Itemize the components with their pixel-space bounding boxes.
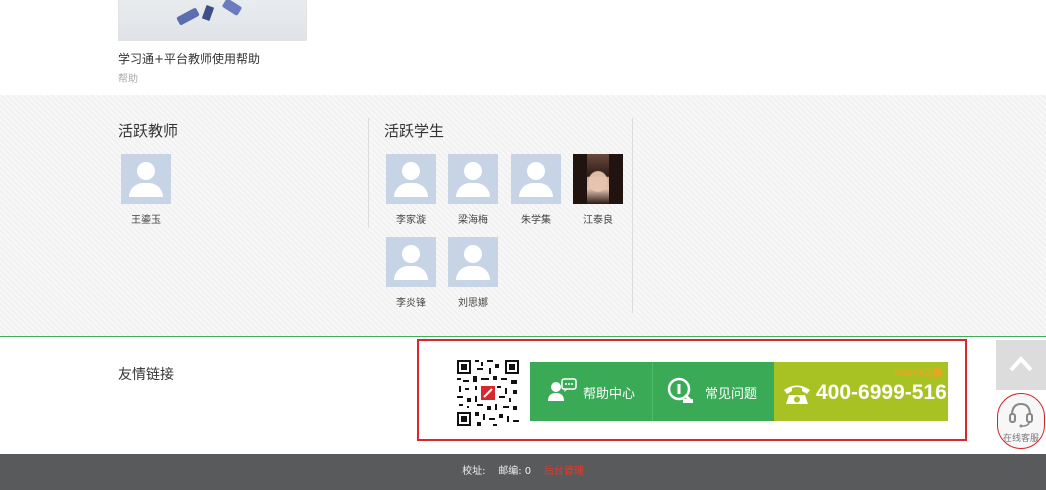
active-teachers-title: 活跃教师 bbox=[118, 122, 179, 140]
friendly-links-title: 友情链接 bbox=[118, 367, 174, 383]
student-item[interactable]: 江泰良 bbox=[572, 154, 624, 226]
avatar bbox=[386, 237, 436, 287]
arrow-up-icon bbox=[1009, 356, 1033, 372]
student-name: 梁海梅 bbox=[458, 215, 488, 226]
avatar-photo bbox=[573, 154, 623, 204]
phone-icon bbox=[784, 385, 810, 404]
help-center-label: 帮助中心 bbox=[583, 387, 636, 402]
postcode-label: 邮编: bbox=[498, 466, 522, 477]
online-service-label: 在线客服 bbox=[1002, 434, 1039, 444]
student-name: 李炎锋 bbox=[396, 298, 426, 309]
student-item[interactable]: 李家漩 bbox=[385, 154, 437, 226]
faq-icon bbox=[667, 377, 694, 404]
student-item[interactable]: 李炎锋 bbox=[385, 237, 437, 309]
help-center-button[interactable]: 帮助中心 bbox=[530, 362, 652, 421]
address-label: 校址: bbox=[462, 466, 486, 477]
student-name: 李家漩 bbox=[396, 215, 426, 226]
thumbnail-decoration bbox=[221, 0, 243, 17]
avatar bbox=[511, 154, 561, 204]
footer: 校址: 邮编: 0 后台管理 bbox=[0, 454, 1046, 490]
teacher-name: 王鎏玉 bbox=[131, 215, 161, 226]
phone-button[interactable]: FANYA泛雅 400-6999-516 bbox=[774, 362, 948, 421]
student-name: 江泰良 bbox=[583, 215, 613, 226]
help-center-icon bbox=[548, 378, 577, 401]
back-to-top-button[interactable] bbox=[996, 340, 1046, 390]
headset-icon bbox=[1009, 402, 1033, 428]
student-name: 朱学集 bbox=[521, 215, 551, 226]
teacher-item[interactable]: 王鎏玉 bbox=[120, 154, 172, 226]
student-name: 刘思娜 bbox=[458, 298, 488, 309]
thumbnail-decoration bbox=[201, 5, 215, 21]
thumbnail-decoration bbox=[176, 7, 200, 26]
course-title[interactable]: 学习通+平台教师使用帮助 bbox=[118, 50, 260, 67]
faq-label: 常见问题 bbox=[705, 387, 758, 402]
avatar bbox=[121, 154, 171, 204]
course-subtitle: 帮助 bbox=[118, 74, 138, 85]
qr-code-icon bbox=[455, 358, 521, 428]
section-divider bbox=[632, 118, 633, 313]
avatar bbox=[386, 154, 436, 204]
student-item[interactable]: 刘思娜 bbox=[447, 237, 499, 309]
postcode-value: 0 bbox=[524, 466, 532, 477]
avatar bbox=[448, 154, 498, 204]
section-divider bbox=[368, 118, 369, 228]
online-service-button[interactable]: 在线客服 bbox=[997, 393, 1045, 449]
active-students-title: 活跃学生 bbox=[384, 122, 445, 140]
faq-button[interactable]: 常见问题 bbox=[652, 362, 774, 421]
student-item[interactable]: 朱学集 bbox=[510, 154, 562, 226]
fanya-logo: FANYA泛雅 bbox=[894, 368, 942, 378]
avatar bbox=[448, 237, 498, 287]
course-thumbnail[interactable] bbox=[118, 0, 307, 41]
admin-link[interactable]: 后台管理 bbox=[544, 466, 584, 477]
student-item[interactable]: 梁海梅 bbox=[447, 154, 499, 226]
phone-number: 400-6999-516 bbox=[816, 381, 947, 404]
